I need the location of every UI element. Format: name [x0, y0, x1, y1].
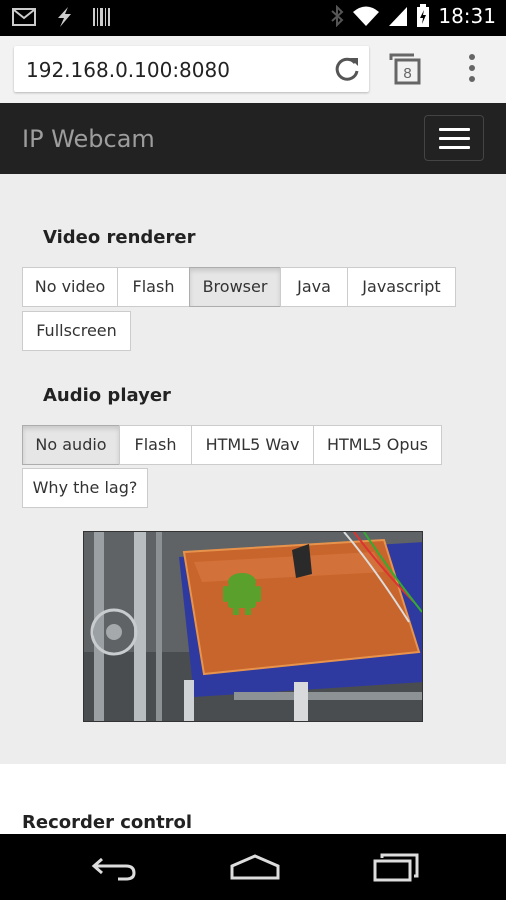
video-flash-button[interactable]: Flash: [117, 267, 190, 307]
url-text: 192.168.0.100:8080: [26, 58, 230, 82]
wifi-icon: [353, 6, 380, 26]
recorder-control-title: Recorder control: [22, 812, 193, 833]
video-fullscreen-button[interactable]: Fullscreen: [22, 311, 131, 351]
video-browser-button[interactable]: Browser: [189, 267, 281, 307]
clock: 18:31: [438, 4, 496, 28]
hamburger-line: [439, 128, 470, 131]
audio-no-audio-button[interactable]: No audio: [22, 425, 120, 465]
battery-icon: [417, 4, 430, 27]
video-javascript-button[interactable]: Javascript: [347, 267, 456, 307]
brand-title[interactable]: IP Webcam: [22, 125, 155, 153]
signal-icon: [389, 7, 408, 26]
hamburger-menu-button[interactable]: [424, 115, 484, 161]
audio-flash-button[interactable]: Flash: [119, 425, 192, 465]
url-input[interactable]: 192.168.0.100:8080: [14, 46, 369, 92]
home-icon[interactable]: [228, 852, 282, 882]
audio-player-title: Audio player: [43, 385, 171, 406]
tab-switcher-icon[interactable]: 8: [388, 52, 422, 86]
hamburger-line: [439, 146, 470, 149]
camera-frame-image: [84, 532, 422, 721]
audio-html5-opus-button[interactable]: HTML5 Opus: [313, 425, 442, 465]
recent-apps-icon[interactable]: [372, 852, 420, 882]
hamburger-line: [439, 137, 470, 140]
gmail-icon: [12, 8, 36, 26]
video-renderer-title: Video renderer: [43, 227, 196, 248]
flash-icon: [58, 7, 71, 27]
overflow-menu-icon[interactable]: [466, 52, 478, 86]
browser-toolbar: 192.168.0.100:8080 8: [0, 36, 506, 103]
barcode-icon: [93, 8, 110, 26]
audio-html5-wav-button[interactable]: HTML5 Wav: [191, 425, 314, 465]
recorder-section: Recorder control: [0, 764, 506, 834]
reload-icon[interactable]: [333, 55, 361, 83]
back-icon[interactable]: [90, 854, 138, 882]
video-stream[interactable]: [83, 531, 423, 722]
bluetooth-icon: [331, 5, 344, 27]
why-the-lag-button[interactable]: Why the lag?: [22, 468, 148, 508]
status-bar: 18:31: [0, 0, 506, 36]
main-content: Video renderer No video Flash Browser Ja…: [0, 174, 506, 764]
app-navbar: IP Webcam: [0, 103, 506, 174]
video-no-video-button[interactable]: No video: [22, 267, 118, 307]
video-java-button[interactable]: Java: [280, 267, 348, 307]
tab-count: 8: [403, 65, 411, 82]
system-navigation-bar: [0, 834, 506, 900]
